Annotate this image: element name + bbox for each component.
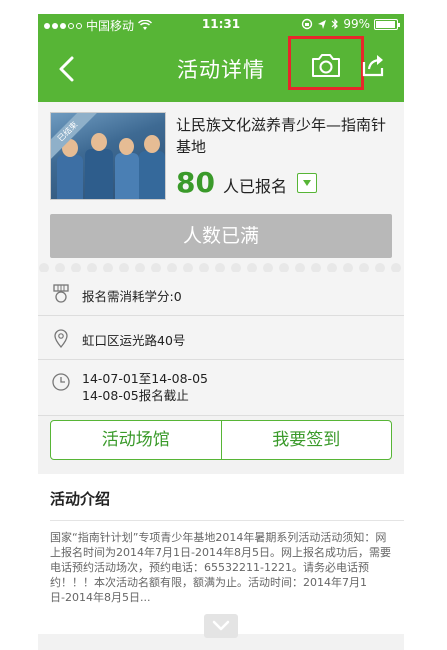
info-list: 报名需消耗学分:0 虹口区运光路40号 14-07-01至14-08-05 14… (38, 272, 404, 416)
chevron-down-icon (212, 620, 230, 631)
action-buttons: 活动场馆 我要签到 (50, 420, 392, 460)
status-right: 99% (301, 17, 400, 31)
activity-thumbnail[interactable]: 已结束 (50, 112, 166, 200)
expand-button[interactable] (204, 614, 238, 638)
nav-bar: 活动详情 (38, 36, 404, 102)
location-icon (318, 19, 327, 29)
credits-text: 报名需消耗学分:0 (82, 289, 182, 304)
status-bar: 中国移动 11:31 99% (38, 14, 404, 36)
credits-row: 报名需消耗学分:0 (38, 272, 404, 316)
intro-divider (50, 520, 404, 521)
camera-icon[interactable] (309, 50, 343, 80)
checkin-button[interactable]: 我要签到 (220, 421, 392, 459)
chevron-down-icon[interactable] (297, 173, 317, 193)
venue-button[interactable]: 活动场馆 (51, 421, 221, 459)
signup-deadline: 14-08-05报名截止 (82, 388, 189, 403)
clock-icon (52, 373, 70, 391)
intro-section: 活动介绍 国家“指南针计划”专项青少年基地2014年暑期系列活动活动须知：网上报… (38, 474, 404, 634)
battery-icon (374, 18, 400, 30)
activity-card: 已结束 让民族文化滋养青少年—指南针基地 80 人已报名 人数已满 (38, 102, 404, 272)
address-row[interactable]: 虹口区运光路40号 (38, 316, 404, 360)
date-range: 14-07-01至14-08-05 (82, 371, 208, 386)
time-text: 14-07-01至14-08-05 14-08-05报名截止 (82, 370, 208, 404)
intro-text: 国家“指南针计划”专项青少年基地2014年暑期系列活动活动须知：网上报名时间为2… (50, 531, 391, 604)
activity-title: 让民族文化滋养青少年—指南针基地 (176, 116, 387, 156)
battery-percent: 99% (343, 17, 370, 31)
signup-count-row: 80 人已报名 (176, 166, 287, 199)
intro-title: 活动介绍 (50, 490, 111, 508)
medal-icon (53, 284, 69, 303)
address-text: 虹口区运光路40号 (82, 333, 186, 348)
full-button[interactable]: 人数已满 (50, 214, 392, 258)
lock-rotation-icon (302, 18, 313, 30)
bluetooth-icon (331, 18, 339, 30)
time-row: 14-07-01至14-08-05 14-08-05报名截止 (38, 360, 404, 416)
share-icon[interactable] (358, 50, 388, 80)
signup-count: 80 (176, 166, 215, 199)
signup-label: 人已报名 (222, 177, 287, 196)
phone-screen: 中国移动 11:31 99% 活动详情 已结束 让民族文化滋养青少年—指南针基地… (38, 14, 404, 650)
location-pin-icon (54, 329, 68, 348)
